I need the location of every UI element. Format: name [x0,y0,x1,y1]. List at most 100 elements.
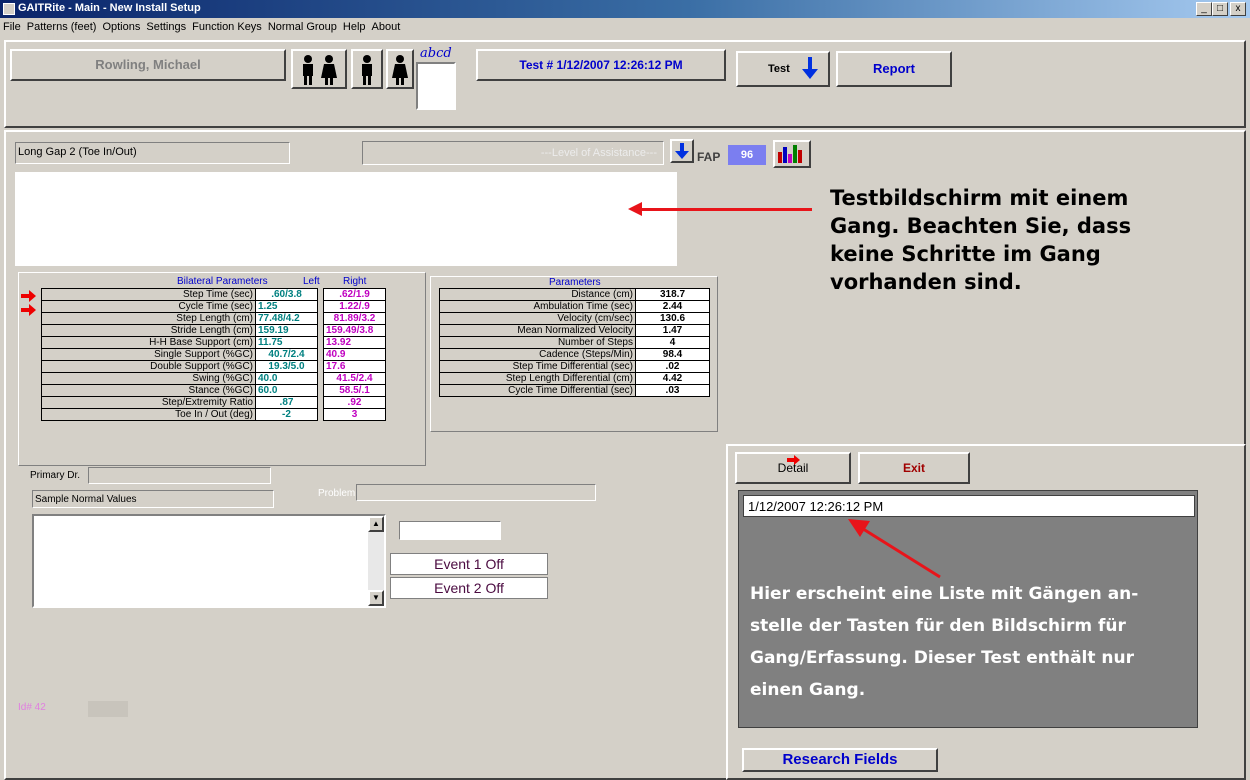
sample-normal-values[interactable]: Sample Normal Values [32,490,274,508]
menu-bar: File Patterns (feet) Options Settings Functi… [0,18,1250,38]
problem-field[interactable] [356,484,596,501]
row-label: Step Time (sec) [41,288,256,301]
left-value: 19.3/5.0 [255,360,318,373]
notes-scrollbar[interactable]: ▲ ▼ [368,516,384,606]
event1-button[interactable]: Event 1 Off [390,553,548,575]
left-value: 159.19 [255,324,318,337]
notes-textarea[interactable]: ▲ ▼ [32,514,386,608]
right-value: 58.5/.1 [323,384,386,397]
problem-label: Problem [318,488,356,499]
detail-button[interactable]: Detail [735,452,851,484]
event-field[interactable] [399,521,501,540]
parameters-panel: Parameters Distance (cm) 318.7 Ambulation… [430,276,718,432]
minimize-button[interactable]: _ [1196,2,1212,16]
research-fields-button[interactable]: Research Fields [742,748,938,772]
parameters-header: Parameters [549,277,601,288]
menu-options[interactable]: Options [99,18,143,33]
fap-value: 96 [728,145,766,165]
left-value: .60/3.8 [255,288,318,301]
step-time-marker-icon [21,290,36,302]
male-button[interactable] [351,49,383,89]
walk-list-item[interactable]: 1/12/2007 12:26:12 PM [743,495,1195,517]
bar-chart-icon [778,145,802,163]
menu-settings[interactable]: Settings [143,18,189,33]
scroll-down-icon[interactable]: ▼ [368,590,384,606]
chart-button[interactable] [773,140,811,168]
menu-normal-group[interactable]: Normal Group [265,18,340,33]
report-button[interactable]: Report [836,51,952,87]
exit-button[interactable]: Exit [858,452,970,484]
female-icon [392,55,408,85]
left-value: 77.48/4.2 [255,312,318,325]
table-row: Distance (cm) 318.7 [439,288,710,301]
right-value: 41.5/2.4 [323,372,386,385]
row-value: 130.6 [635,312,710,325]
down-arrow-icon [802,57,818,79]
annotation-top: Testbildschirm mit einem Gang. Beachten … [830,186,1132,294]
row-label: Cycle Time Differential (sec) [439,384,636,397]
row-label: Double Support (%GC) [41,360,256,373]
row-value: .03 [635,384,710,397]
maximize-button[interactable]: □ [1212,2,1228,16]
table-row: Step Length Differential (cm) 4.42 [439,372,710,385]
row-label: Single Support (%GC) [41,348,256,361]
test-date-button[interactable]: Test # 1/12/2007 12:26:12 PM [476,49,726,81]
test-select-label: Test [768,63,790,75]
right-value: 13.92 [323,336,386,349]
row-label: Swing (%GC) [41,372,256,385]
menu-function-keys[interactable]: Function Keys [189,18,265,33]
menu-file[interactable]: File [0,18,24,33]
table-row: Single Support (%GC) 40.7/2.4 40.9 [41,348,386,361]
menu-patterns[interactable]: Patterns (feet) [24,18,100,33]
table-row: Toe In / Out (deg) -2 3 [41,408,386,421]
app-icon [3,3,15,15]
table-row: Velocity (cm/sec) 130.6 [439,312,710,325]
scroll-up-icon[interactable]: ▲ [368,516,384,532]
primary-dr-label: Primary Dr. [30,470,80,481]
table-row: Stance (%GC) 60.0 58.5/.1 [41,384,386,397]
abcd-label: abcd [420,46,452,61]
left-value: 40.7/2.4 [255,348,318,361]
table-row: Stride Length (cm) 159.19 159.49/3.8 [41,324,386,337]
table-row: Number of Steps 4 [439,336,710,349]
row-label: Velocity (cm/sec) [439,312,636,325]
table-row: Cadence (Steps/Min) 98.4 [439,348,710,361]
row-label: Mean Normalized Velocity [439,324,636,337]
level-of-assistance[interactable]: ---Level of Assistance--- [362,141,664,165]
left-value: 60.0 [255,384,318,397]
row-value: 4.42 [635,372,710,385]
right-header: Right [343,276,367,287]
right-value: 17.6 [323,360,386,373]
row-label: Step/Extremity Ratio [41,396,256,409]
id-label: Id# 42 [18,702,46,713]
menu-about[interactable]: About [369,18,404,33]
abcd-box[interactable] [416,62,456,110]
assistance-dropdown-button[interactable] [670,139,694,163]
group-button[interactable] [291,49,347,89]
female-button[interactable] [386,49,414,89]
row-label: Cycle Time (sec) [41,300,256,313]
id-field [88,701,128,717]
row-label: Number of Steps [439,336,636,349]
fap-label: FAP [697,150,721,164]
dropdown-arrow-icon [675,143,689,159]
parameters-table: Distance (cm) 318.7 Ambulation Time (sec)… [439,288,710,397]
primary-dr-field[interactable] [88,467,271,484]
row-label: Step Time Differential (sec) [439,360,636,373]
table-row: Step/Extremity Ratio .87 .92 [41,396,386,409]
menu-help[interactable]: Help [340,18,369,33]
row-value: 1.47 [635,324,710,337]
close-button[interactable]: x [1230,2,1246,16]
row-value: 2.44 [635,300,710,313]
walk-footprint-area [15,172,677,266]
bilateral-header: Bilateral Parameters [177,276,268,287]
right-value: 81.89/3.2 [323,312,386,325]
patient-button[interactable]: Rowling, Michael [10,49,286,81]
table-row: Swing (%GC) 40.0 41.5/2.4 [41,372,386,385]
row-value: 98.4 [635,348,710,361]
annotation-bottom: Hier erscheint eine Liste mit Gängen an-… [750,584,1139,700]
event2-button[interactable]: Event 2 Off [390,577,548,599]
row-label: Cadence (Steps/Min) [439,348,636,361]
table-row: Step Time Differential (sec) .02 [439,360,710,373]
test-select-button[interactable]: Test [736,51,830,87]
